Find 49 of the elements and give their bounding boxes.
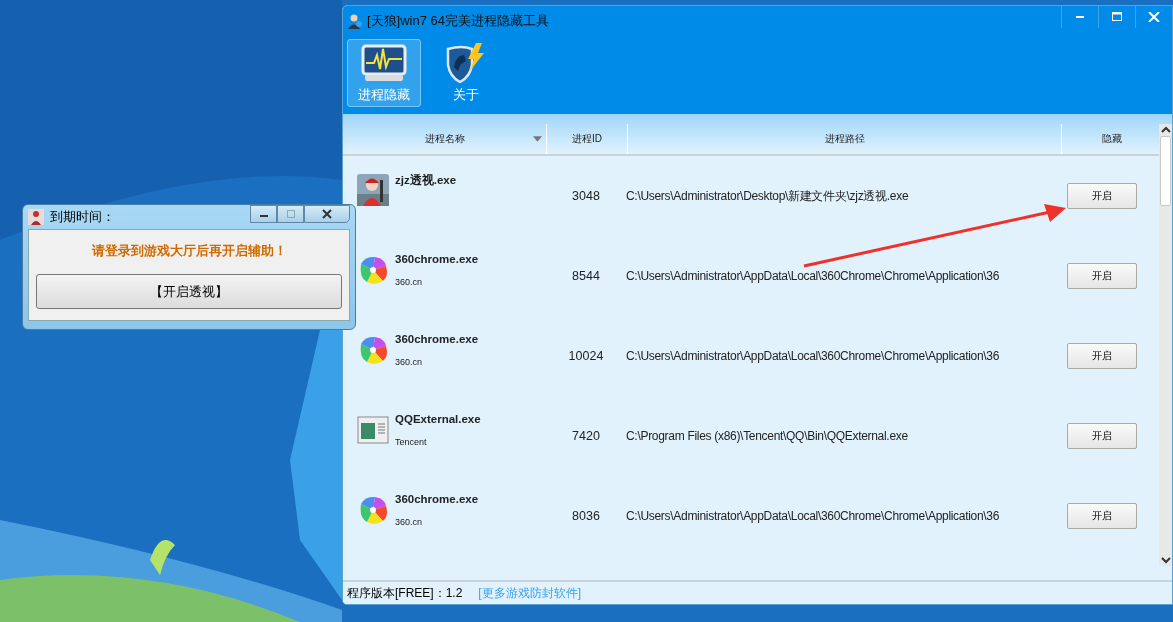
process-path: C:\Users\Administrator\AppData\Local\360Chrome\Chrome\Application\36 [626, 509, 1000, 523]
close-icon [321, 209, 333, 219]
process-name: QQExternal.exe [395, 413, 481, 425]
enable-button[interactable]: 开启 [1066, 263, 1137, 289]
process-id: 7420 [572, 429, 600, 443]
process-id: 8036 [572, 509, 600, 523]
scrollbar[interactable] [1159, 124, 1172, 566]
column-header[interactable]: 隐藏 [1062, 124, 1162, 154]
maximize-icon [284, 209, 297, 219]
minimize-button[interactable] [250, 205, 277, 223]
scroll-down-icon[interactable] [1160, 554, 1171, 566]
process-path: C:\Users\Administrator\AppData\Local\360Chrome\Chrome\Application\36 [626, 349, 1000, 363]
process-id: 8544 [572, 269, 600, 283]
game-character-icon [357, 174, 389, 206]
enable-button[interactable]: 开启 [1066, 183, 1137, 209]
process-path: C:\Users\Administrator\AppData\Local\360Chrome\Chrome\Application\36 [626, 269, 1000, 283]
column-header[interactable]: 进程ID [547, 124, 628, 154]
user-icon [347, 13, 363, 29]
enable-button[interactable]: 【开启透视】 [36, 274, 342, 309]
company-name: 360.cn [395, 357, 424, 367]
toolbar-tab[interactable]: 关于 [429, 39, 503, 107]
warning-message: 请登录到游戏大厅后再开启辅助！ [91, 242, 287, 260]
close-button[interactable] [304, 205, 350, 223]
company-name: 360.cn [395, 277, 424, 287]
column-header[interactable]: 进程路径 [628, 124, 1062, 154]
column-header[interactable]: 进程名称 [343, 124, 547, 154]
enable-button[interactable]: 开启 [1066, 343, 1137, 369]
company-name: Tencent [395, 437, 428, 447]
app-window-icon [357, 414, 389, 446]
enable-button[interactable]: 开启 [1066, 503, 1137, 529]
window-title: [天狼]win7 64完美进程隐藏工具 [367, 12, 550, 30]
process-name: zjz透视.exe [395, 173, 457, 188]
version-text: 程序版本[FREE]：1.2 [347, 584, 463, 602]
process-id: 10024 [568, 349, 604, 363]
monitor-pulse-icon [360, 43, 408, 83]
process-id: 3048 [572, 189, 600, 203]
scroll-thumb[interactable] [1160, 136, 1171, 206]
enable-button[interactable]: 开启 [1066, 423, 1137, 449]
sort-arrow-icon [533, 136, 542, 142]
maximize-icon [1111, 12, 1123, 22]
dialog-title: 到期时间： [50, 208, 115, 226]
process-name: 360chrome.exe [395, 253, 479, 265]
process-path: C:\Users\Administrator\Desktop\新建文件夹\zjz透视.exe [626, 187, 909, 205]
process-name: 360chrome.exe [395, 333, 479, 345]
close-icon [1148, 12, 1160, 22]
process-name: 360chrome.exe [395, 493, 479, 505]
company-name: 360.cn [395, 517, 424, 527]
process-path: C:\Program Files (x86)\Tencent\QQ\Bin\QQExternal.exe [626, 429, 908, 443]
figure-icon [28, 209, 44, 225]
